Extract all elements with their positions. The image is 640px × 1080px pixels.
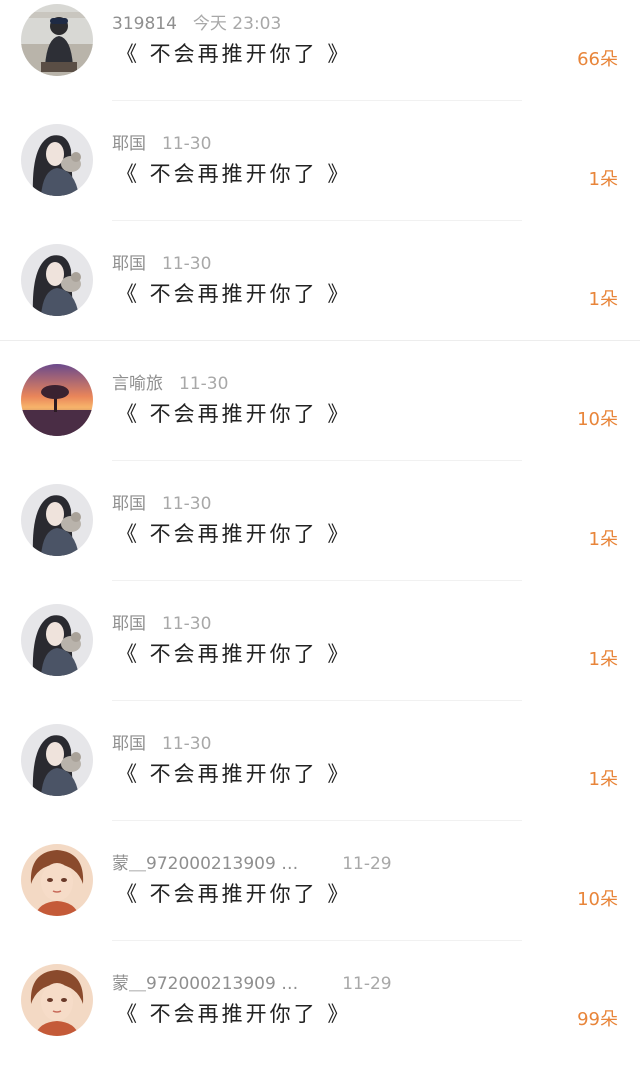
comment-meta: 蒙＿972000213909 … 11-29: [112, 849, 392, 874]
avatar[interactable]: [21, 964, 93, 1036]
list-item[interactable]: 耶国 11-30 《 不会再推开你了 》 1朵: [0, 120, 640, 240]
list-item[interactable]: 319814 今天 23:03 《 不会再推开你了 》 66朵: [0, 0, 640, 120]
comment-title[interactable]: 《 不会再推开你了 》: [116, 518, 351, 548]
timestamp: 11-30: [162, 134, 212, 154]
username[interactable]: 耶国: [112, 494, 146, 514]
photo-avatar-icon: [21, 4, 93, 76]
username[interactable]: 319814: [112, 14, 177, 34]
avatar[interactable]: [21, 484, 93, 556]
comment-title[interactable]: 《 不会再推开你了 》: [116, 398, 351, 428]
comment-title[interactable]: 《 不会再推开你了 》: [116, 878, 351, 908]
timestamp: 今天 23:03: [192, 14, 282, 34]
comment-meta: 319814 今天 23:03: [112, 9, 282, 34]
username[interactable]: 耶国: [112, 134, 146, 154]
divider: [0, 340, 640, 341]
list-item[interactable]: 蒙＿972000213909 … 11-29 《 不会再推开你了 》 10朵: [0, 840, 640, 960]
girl-with-cat-avatar-icon: [21, 724, 93, 796]
timestamp: 11-30: [162, 494, 212, 514]
comment-list: 319814 今天 23:03 《 不会再推开你了 》 66朵 耶国 11-30 《…: [0, 0, 640, 1060]
girl-with-cat-avatar-icon: [21, 484, 93, 556]
girl-with-cat-avatar-icon: [21, 124, 93, 196]
list-item[interactable]: 言喻旅 11-30 《 不会再推开你了 》 10朵: [0, 360, 640, 480]
flower-count: 1朵: [588, 769, 618, 790]
list-item[interactable]: 蒙＿972000213909 … 11-29 《 不会再推开你了 》 99朵: [0, 960, 640, 1080]
comment-meta: 耶国 11-30: [112, 489, 212, 514]
avatar[interactable]: [21, 244, 93, 316]
divider: [112, 700, 522, 701]
username[interactable]: 耶国: [112, 254, 146, 274]
flower-count: 1朵: [588, 289, 618, 310]
avatar[interactable]: [21, 364, 93, 436]
divider: [112, 460, 522, 461]
timestamp: 11-29: [342, 854, 392, 874]
flower-count: 1朵: [588, 649, 618, 670]
timestamp: 11-30: [162, 734, 212, 754]
list-item[interactable]: 耶国 11-30 《 不会再推开你了 》 1朵: [0, 720, 640, 840]
username[interactable]: 言喻旅: [112, 374, 163, 394]
divider: [112, 220, 522, 221]
comment-title[interactable]: 《 不会再推开你了 》: [116, 758, 351, 788]
divider: [112, 580, 522, 581]
girl-with-cat-avatar-icon: [21, 604, 93, 676]
username[interactable]: 蒙＿972000213909 …: [112, 974, 298, 994]
avatar[interactable]: [21, 124, 93, 196]
username[interactable]: 耶国: [112, 614, 146, 634]
flower-count: 10朵: [577, 409, 618, 430]
timestamp: 11-29: [342, 974, 392, 994]
comment-title[interactable]: 《 不会再推开你了 》: [116, 638, 351, 668]
avatar[interactable]: [21, 724, 93, 796]
divider: [112, 820, 522, 821]
sunset-tree-avatar-icon: [21, 364, 93, 436]
flower-count: 66朵: [577, 49, 618, 70]
anime-boy-avatar-icon: [21, 964, 93, 1036]
comment-title[interactable]: 《 不会再推开你了 》: [116, 158, 351, 188]
comment-title[interactable]: 《 不会再推开你了 》: [116, 278, 351, 308]
flower-count: 1朵: [588, 529, 618, 550]
comment-meta: 蒙＿972000213909 … 11-29: [112, 969, 392, 994]
comment-meta: 耶国 11-30: [112, 729, 212, 754]
username[interactable]: 蒙＿972000213909 …: [112, 854, 298, 874]
divider: [112, 940, 522, 941]
timestamp: 11-30: [162, 614, 212, 634]
comment-meta: 耶国 11-30: [112, 249, 212, 274]
flower-count: 99朵: [577, 1009, 618, 1030]
flower-count: 10朵: [577, 889, 618, 910]
avatar[interactable]: [21, 4, 93, 76]
avatar[interactable]: [21, 844, 93, 916]
list-item[interactable]: 耶国 11-30 《 不会再推开你了 》 1朵: [0, 600, 640, 720]
timestamp: 11-30: [162, 254, 212, 274]
avatar[interactable]: [21, 604, 93, 676]
timestamp: 11-30: [179, 374, 229, 394]
flower-count: 1朵: [588, 169, 618, 190]
divider: [112, 100, 522, 101]
list-item[interactable]: 耶国 11-30 《 不会再推开你了 》 1朵: [0, 480, 640, 600]
comment-meta: 耶国 11-30: [112, 129, 212, 154]
anime-boy-avatar-icon: [21, 844, 93, 916]
username[interactable]: 耶国: [112, 734, 146, 754]
comment-meta: 耶国 11-30: [112, 609, 212, 634]
girl-with-cat-avatar-icon: [21, 244, 93, 316]
list-item[interactable]: 耶国 11-30 《 不会再推开你了 》 1朵: [0, 240, 640, 360]
comment-title[interactable]: 《 不会再推开你了 》: [116, 998, 351, 1028]
comment-meta: 言喻旅 11-30: [112, 369, 229, 394]
comment-title[interactable]: 《 不会再推开你了 》: [116, 38, 351, 68]
